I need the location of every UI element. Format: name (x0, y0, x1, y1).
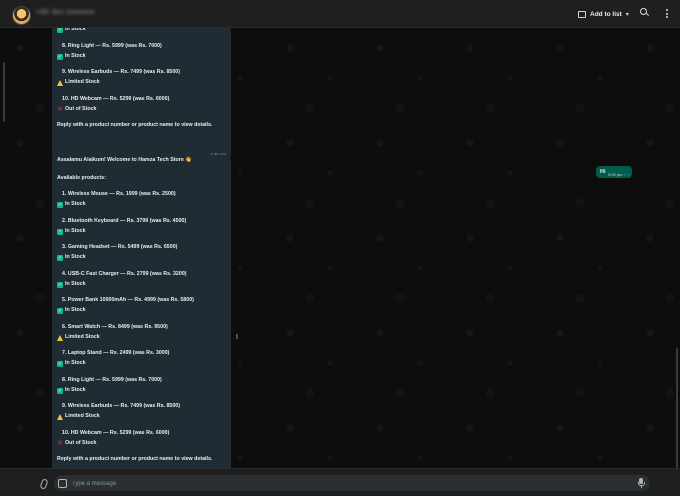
stock-label: In Stock (65, 280, 86, 287)
check-icon: ✓ (57, 255, 63, 261)
message-input[interactable] (70, 477, 614, 491)
stock-label: In Stock (65, 360, 86, 367)
product-line: 10. HD Webcam — Rs. 5299 (was Rs. 6000) (62, 429, 170, 436)
warning-icon (57, 334, 63, 341)
chevron-down-icon: ▾ (625, 11, 629, 18)
microphone-stand (641, 486, 642, 488)
stock-label: Limited Stock (65, 333, 100, 340)
message-time: 9:02 pm ✓✓ (608, 172, 631, 177)
greeting-text: Assalamu Alaikum! Welcome to Hamza Tech … (57, 157, 192, 163)
stock-status: ✓ In Stock (57, 361, 86, 367)
scrollbar[interactable] (676, 348, 678, 468)
check-icon: ✓ (57, 387, 63, 394)
product-line: 1. Wireless Mouse — Rs. 1999 (was Rs. 25… (62, 191, 176, 197)
stock-label: Limited Stock (65, 79, 100, 86)
microphone-icon[interactable] (637, 478, 645, 486)
product-line: 9. Wireless Earbuds — Rs. 7499 (was Rs. … (62, 403, 181, 409)
message-text: Hi (600, 169, 606, 175)
product-line: 3. Gaming Headset — Rs. 5499 (was Rs. 65… (62, 244, 178, 250)
check-icon: ✓ (57, 281, 63, 288)
product-line: 4. USB-C Fast Charger — Rs. 2799 (was Rs… (62, 270, 187, 277)
stock-label: In Stock (65, 28, 86, 33)
product-line: 9. Wireless Earbuds — Rs. 7499 (was Rs. … (62, 69, 181, 75)
sticker-icon[interactable] (58, 479, 67, 488)
check-icon: ✓ (57, 228, 63, 235)
stock-status: ✓ In Stock (57, 255, 86, 261)
contact-avatar[interactable] (12, 6, 31, 25)
stock-status: ✕ Out of Stock (57, 105, 97, 113)
stock-label: Out of Stock (65, 439, 97, 446)
outgoing-message[interactable]: Hi 9:02 pm ✓✓ (596, 166, 632, 178)
stock-status: ✓ In Stock (57, 28, 86, 33)
stock-status: Limited Stock (57, 333, 100, 341)
message-input-container[interactable] (54, 475, 650, 491)
cross-icon: ✕ (57, 439, 63, 447)
check-icon: ✓ (57, 28, 63, 33)
search-icon[interactable] (640, 8, 650, 17)
stock-label: In Stock (65, 201, 86, 208)
contact-name[interactable]: +92 3xx xxxxxxx (36, 9, 95, 16)
section-heading: Available products: (57, 174, 106, 181)
stock-status: ✕ Out of Stock (57, 439, 97, 447)
stock-label: Limited Stock (65, 413, 100, 420)
stock-status: ✓ In Stock (57, 308, 86, 314)
check-icon: ✓ (57, 53, 63, 60)
warning-icon (57, 414, 63, 420)
stock-status: ✓ In Stock (57, 280, 86, 288)
stock-label: In Stock (65, 52, 86, 59)
check-icon: ✓ (57, 202, 63, 208)
stock-status: Limited Stock (57, 80, 100, 86)
product-line: 2. Bluetooth Keyboard — Rs. 3799 (was Rs… (62, 217, 187, 224)
check-icon: ✓ (57, 308, 63, 314)
stock-label: Out of Stock (65, 105, 97, 112)
scrollbar-left[interactable] (3, 62, 5, 122)
read-ticks-icon: ✓✓ (623, 172, 631, 177)
stock-status: Limited Stock (57, 414, 100, 420)
whatsapp-window: +92 3xx xxxxxxx Add to list ▾ ✓ In Stock 8… (0, 0, 680, 496)
add-to-list-button[interactable]: Add to list ▾ (578, 7, 629, 21)
stock-label: In Stock (65, 254, 86, 261)
product-line: 10. HD Webcam — Rs. 5299 (was Rs. 6000) (62, 95, 170, 102)
stock-status: ✓ In Stock (57, 52, 86, 60)
chat-area[interactable]: ✓ In Stock 8. Ring Light — Rs. 5999 (was R… (0, 28, 680, 468)
check-icon: ✓ (57, 361, 63, 367)
stock-label: In Stock (65, 307, 86, 314)
stock-status: ✓ In Stock (57, 202, 86, 208)
list-icon (578, 10, 586, 18)
chat-header: +92 3xx xxxxxxx Add to list ▾ (0, 0, 680, 28)
incoming-message-catalog[interactable]: Assalamu Alaikum! Welcome to Hamza Tech … (52, 155, 231, 468)
text-cursor-icon: I (236, 334, 238, 341)
menu-icon[interactable] (666, 9, 668, 20)
product-line: 6. Smart Watch — Rs. 8499 (was Rs. 9500) (62, 323, 168, 330)
reply-instruction: Reply with a product number or product n… (57, 122, 213, 128)
composer-bar (0, 468, 680, 496)
product-line: 7. Laptop Stand — Rs. 2499 (was Rs. 3000… (62, 350, 170, 356)
product-line: 5. Power Bank 10000mAh — Rs. 4999 (was R… (62, 297, 194, 303)
incoming-message-partial[interactable]: ✓ In Stock 8. Ring Light — Rs. 5999 (was R… (52, 28, 231, 160)
stock-label: In Stock (65, 227, 86, 234)
warning-icon (57, 80, 63, 86)
reply-instruction: Reply with a product number or product n… (57, 456, 213, 462)
stock-status: ✓ In Stock (57, 227, 86, 235)
product-line: 8. Ring Light — Rs. 5999 (was Rs. 7000) (62, 376, 162, 383)
stock-label: In Stock (65, 386, 86, 393)
add-to-list-label: Add to list (590, 10, 622, 18)
attach-icon[interactable] (39, 478, 49, 490)
product-line: 8. Ring Light — Rs. 5999 (was Rs. 7000) (62, 42, 162, 49)
cross-icon: ✕ (57, 105, 63, 113)
stock-status: ✓ In Stock (57, 386, 86, 394)
